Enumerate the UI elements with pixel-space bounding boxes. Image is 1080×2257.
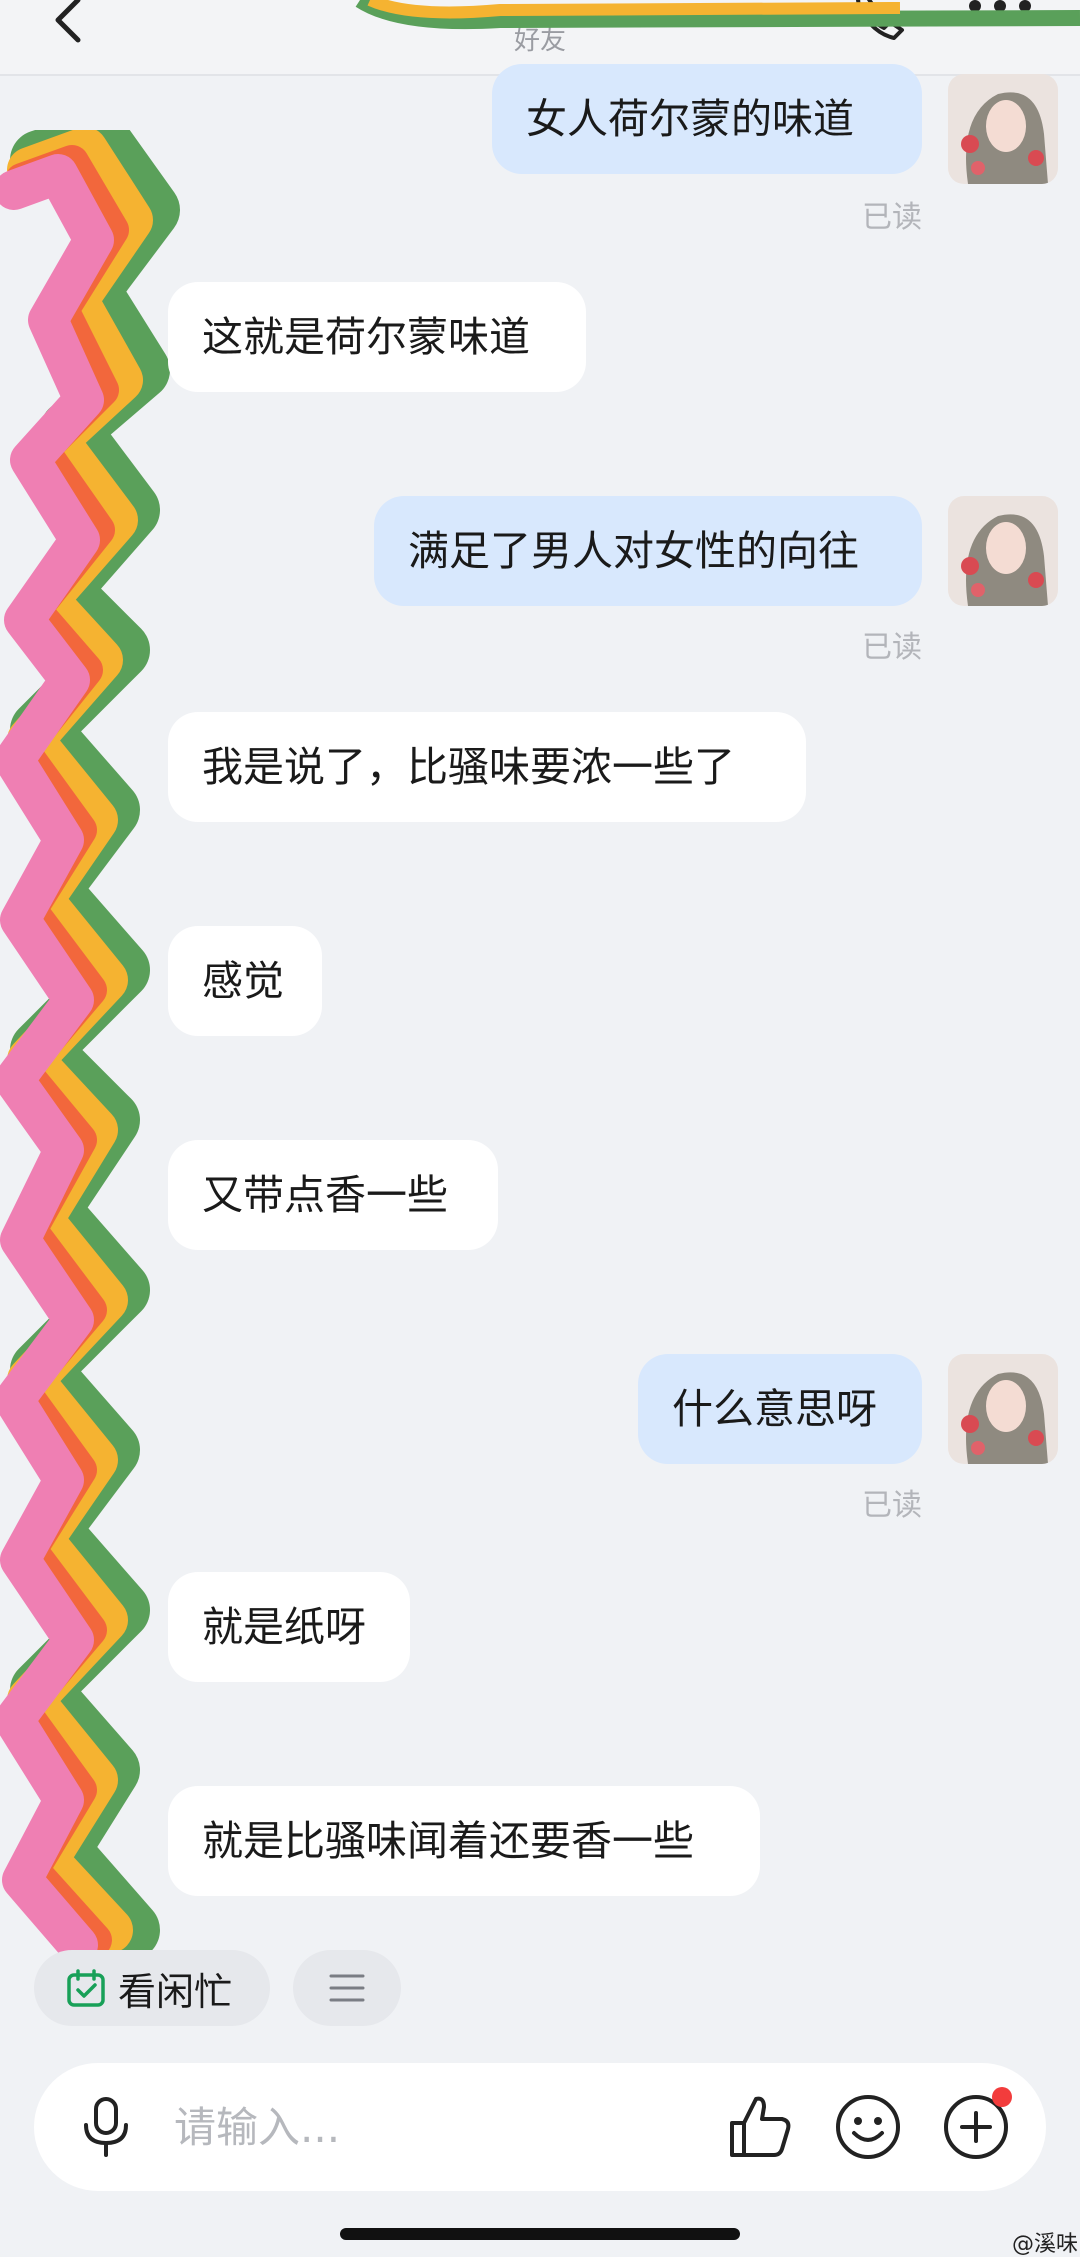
smile-icon (836, 2095, 900, 2159)
notification-dot (992, 2087, 1012, 2107)
avatar[interactable] (948, 1354, 1058, 1464)
chat-screen: 好友 女人荷尔蒙的味道 已读 这就是荷尔蒙味道 满足了男人对女性的向往 已读 我… (0, 0, 1080, 2257)
home-indicator (340, 2228, 740, 2240)
emoji-button[interactable] (832, 2091, 904, 2163)
microphone-icon (84, 2097, 128, 2157)
message-input-bar (34, 2063, 1046, 2191)
check-availability-chip[interactable]: 看闲忙 (34, 1950, 270, 2026)
user-avatar-icon (948, 496, 1058, 606)
menu-lines-icon (329, 1974, 365, 2002)
quick-menu-button[interactable] (293, 1950, 401, 2026)
watermark: @溪味 (1012, 2232, 1079, 2257)
read-receipt: 已读 (862, 200, 922, 235)
message-input[interactable] (174, 2087, 714, 2167)
voice-input-button[interactable] (74, 2095, 138, 2159)
like-button[interactable] (724, 2091, 796, 2163)
thumbs-up-icon (730, 2096, 791, 2157)
message-bubble-incoming[interactable]: 又带点香一些 (168, 1140, 498, 1250)
redaction-scribble-top (355, 0, 1080, 30)
message-bubble-incoming[interactable]: 这就是荷尔蒙味道 (168, 282, 586, 392)
avatar[interactable] (948, 496, 1058, 606)
message-bubble-outgoing[interactable]: 女人荷尔蒙的味道 (492, 64, 922, 174)
check-availability-label: 看闲忙 (118, 1969, 233, 2014)
message-bubble-incoming[interactable]: 我是说了，比骚味要浓一些了 (168, 712, 806, 822)
message-bubble-outgoing[interactable]: 满足了男人对女性的向往 (374, 496, 922, 606)
message-bubble-incoming[interactable]: 感觉 (168, 926, 322, 1036)
read-receipt: 已读 (862, 1488, 922, 1523)
avatar[interactable] (948, 74, 1058, 184)
user-avatar-icon (948, 1354, 1058, 1464)
redaction-scribble-side (0, 130, 180, 1960)
read-receipt: 已读 (862, 630, 922, 665)
message-bubble-outgoing[interactable]: 什么意思呀 (638, 1354, 922, 1464)
message-bubble-incoming[interactable]: 就是比骚味闻着还要香一些 (168, 1786, 760, 1896)
message-bubble-incoming[interactable]: 就是纸呀 (168, 1572, 410, 1682)
calendar-check-icon (67, 1969, 105, 2007)
user-avatar-icon (948, 74, 1058, 184)
